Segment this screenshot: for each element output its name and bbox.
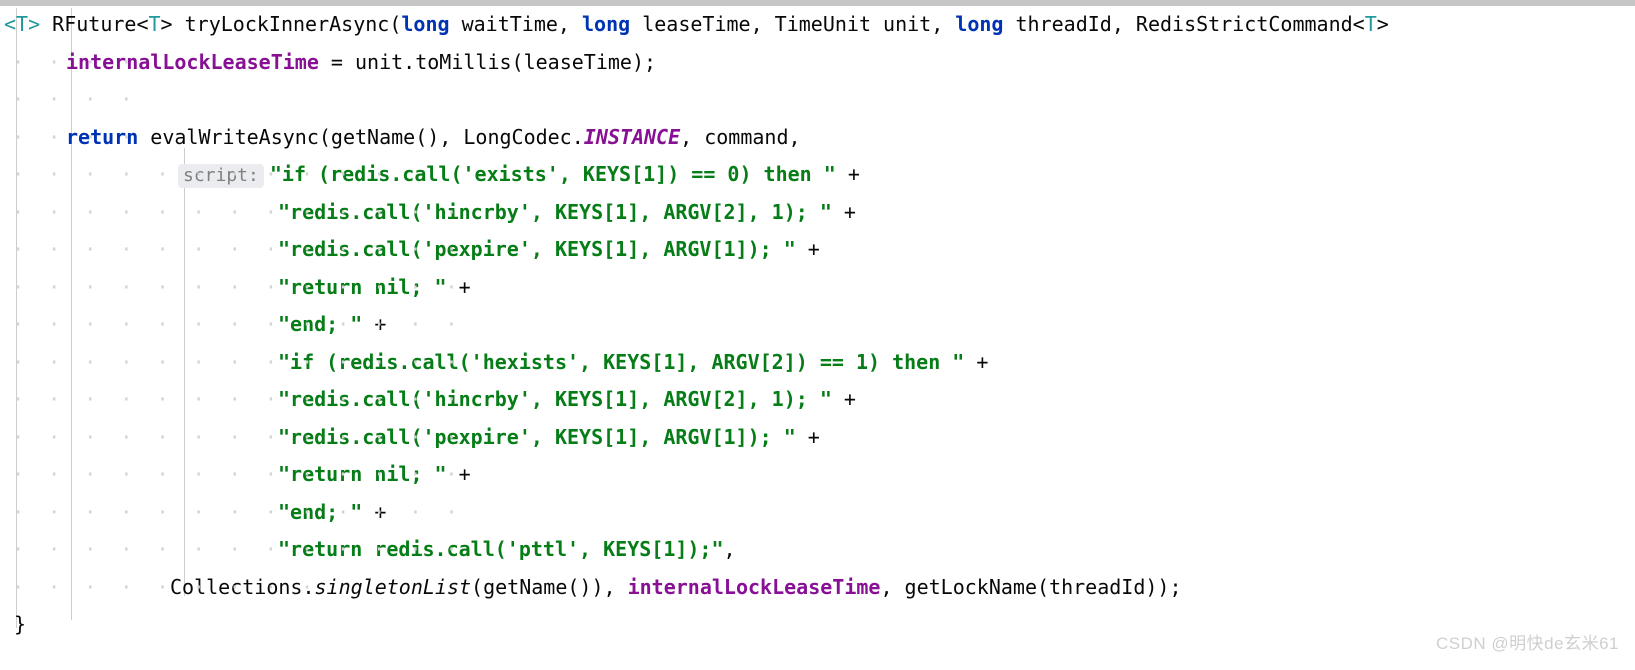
token-static-method-singletonlist: singletonList <box>314 574 472 599</box>
whitespace-dots-line-17 <box>0 606 12 644</box>
token-string-pexpire-1: "redis.call('pexpire', KEYS[1], ARGV[1])… <box>278 237 796 261</box>
token-string-end-2: "end; " <box>278 499 363 524</box>
token-plus-11: + <box>831 387 856 411</box>
token-method-name: tryLockInnerAsync( <box>184 12 402 36</box>
token-closing-brace: } <box>14 612 27 636</box>
token-string-return-pttl: "return redis.call('pttl', KEYS[1]);" <box>278 537 724 561</box>
code-line-14: · · · · · · · · · · · · · "end; " + <box>0 494 1635 532</box>
token-line1-tail: > <box>1376 12 1389 36</box>
code-line-12: · · · · · · · · · · · · · "redis.call('pe… <box>0 419 1635 457</box>
code-line-5: · · · · · · · · · · · script: "if (redis.c… <box>0 156 1635 194</box>
token-plus-10: + <box>964 349 989 374</box>
code-content[interactable]: <T> RFuture<T> tryLockInnerAsync(long wa… <box>0 6 1635 644</box>
token-param-threadid: threadId, RedisStrictCommand< <box>1003 12 1365 36</box>
token-line4-tail: , command, <box>680 124 801 149</box>
code-line-15: · · · · · · · · · · · · · "return redis.c… <box>0 531 1635 569</box>
token-string-return-nil-1: "return nil; " <box>278 274 447 299</box>
token-plus-14: + <box>362 499 387 524</box>
code-line-10: · · · · · · · · · · · · · "if (redis.call… <box>0 344 1635 382</box>
code-line-9: · · · · · · · · · · · · · "end; " + <box>0 306 1635 344</box>
code-line-17: } <box>0 606 1635 644</box>
code-line-8: · · · · · · · · · · · · · "return nil; " … <box>0 269 1635 307</box>
whitespace-dots-line-9: · · · · · · · · · · · · · <box>0 312 458 336</box>
token-return-type: RFuture< <box>52 12 149 36</box>
code-line-11: · · · · · · · · · · · · · "redis.call('hi… <box>0 381 1635 419</box>
token-type-parameter-t: T <box>148 12 161 36</box>
token-plus-12: + <box>795 424 820 449</box>
token-string-if-hexists: "if (redis.call('hexists', KEYS[1], ARGV… <box>278 349 965 374</box>
code-line-1: <T> RFuture<T> tryLockInnerAsync(long wa… <box>0 6 1635 44</box>
token-field-internallockleasetime-1: internalLockLeaseTime <box>66 49 319 74</box>
token-plus-13: + <box>446 462 471 486</box>
token-string-pexpire-2: "redis.call('pexpire', KEYS[1], ARGV[1])… <box>278 424 796 449</box>
token-comma-15: , <box>723 537 736 561</box>
token-keyword-return: return <box>66 124 139 149</box>
token-collections-prefix: Collections. <box>170 574 315 599</box>
token-plus-6: + <box>831 199 856 224</box>
token-keyword-long-1: long <box>401 12 450 36</box>
token-static-field-instance: INSTANCE <box>583 124 681 149</box>
token-line2-rest: = unit.toMillis(leaseTime); <box>318 49 657 74</box>
whitespace-dots-line-14: · · · · · · · · · · · · · <box>0 499 458 524</box>
token-param-waittime: waitTime, <box>449 12 583 36</box>
code-line-7: · · · · · · · · · · · · · "redis.call('pe… <box>0 231 1635 269</box>
token-string-hincrby-2: "redis.call('hincrby', KEYS[1], ARGV[2],… <box>278 387 832 411</box>
code-line-16: · · · · · · · · · Collections.singletonLi… <box>0 569 1635 607</box>
token-gt: > <box>160 12 185 36</box>
token-string-if-exists: "if (redis.call('exists', KEYS[1]) == 0)… <box>269 162 836 186</box>
token-plus-7: + <box>795 237 820 261</box>
token-type-parameter-t2: T <box>1364 12 1377 36</box>
token-string-return-nil-2: "return nil; " <box>278 462 447 486</box>
token-field-internallockleasetime-2: internalLockLeaseTime <box>627 574 881 599</box>
code-line-4: · · · · return evalWriteAsync(getName(), … <box>0 119 1635 157</box>
code-line-6: · · · · · · · · · · · · · "redis.call('hi… <box>0 194 1635 232</box>
inlay-hint-script-param[interactable]: script: <box>178 164 264 188</box>
token-param-leasetime: leaseTime, TimeUnit unit, <box>630 12 956 36</box>
token-evalwriteasync-call: evalWriteAsync(getName(), LongCodec. <box>138 124 584 149</box>
watermark: CSDN @明快de玄米61 <box>1436 633 1619 653</box>
token-string-hincrby-1: "redis.call('hincrby', KEYS[1], ARGV[2],… <box>278 199 832 224</box>
code-line-13: · · · · · · · · · · · · · "return nil; " … <box>0 456 1635 494</box>
code-editor[interactable]: <T> RFuture<T> tryLockInnerAsync(long wa… <box>0 0 1635 670</box>
token-line16-tail: , getLockName(threadId)); <box>880 574 1182 599</box>
code-line-3-blank: · · · · <box>0 81 1635 119</box>
token-plus-9: + <box>362 312 387 336</box>
code-line-2: · · · · internalLockLeaseTime = unit.toMi… <box>0 44 1635 82</box>
whitespace-dots-line-3: · · · · <box>0 87 133 111</box>
token-line16-mid: (getName()), <box>471 574 628 599</box>
token-keyword-long-2: long <box>582 12 631 36</box>
token-type-parameter: <T> <box>4 12 41 36</box>
token-string-end-1: "end; " <box>278 312 363 336</box>
token-keyword-long-3: long <box>955 12 1004 36</box>
token-plus-5: + <box>835 162 860 186</box>
token-plus-8: + <box>446 274 471 299</box>
